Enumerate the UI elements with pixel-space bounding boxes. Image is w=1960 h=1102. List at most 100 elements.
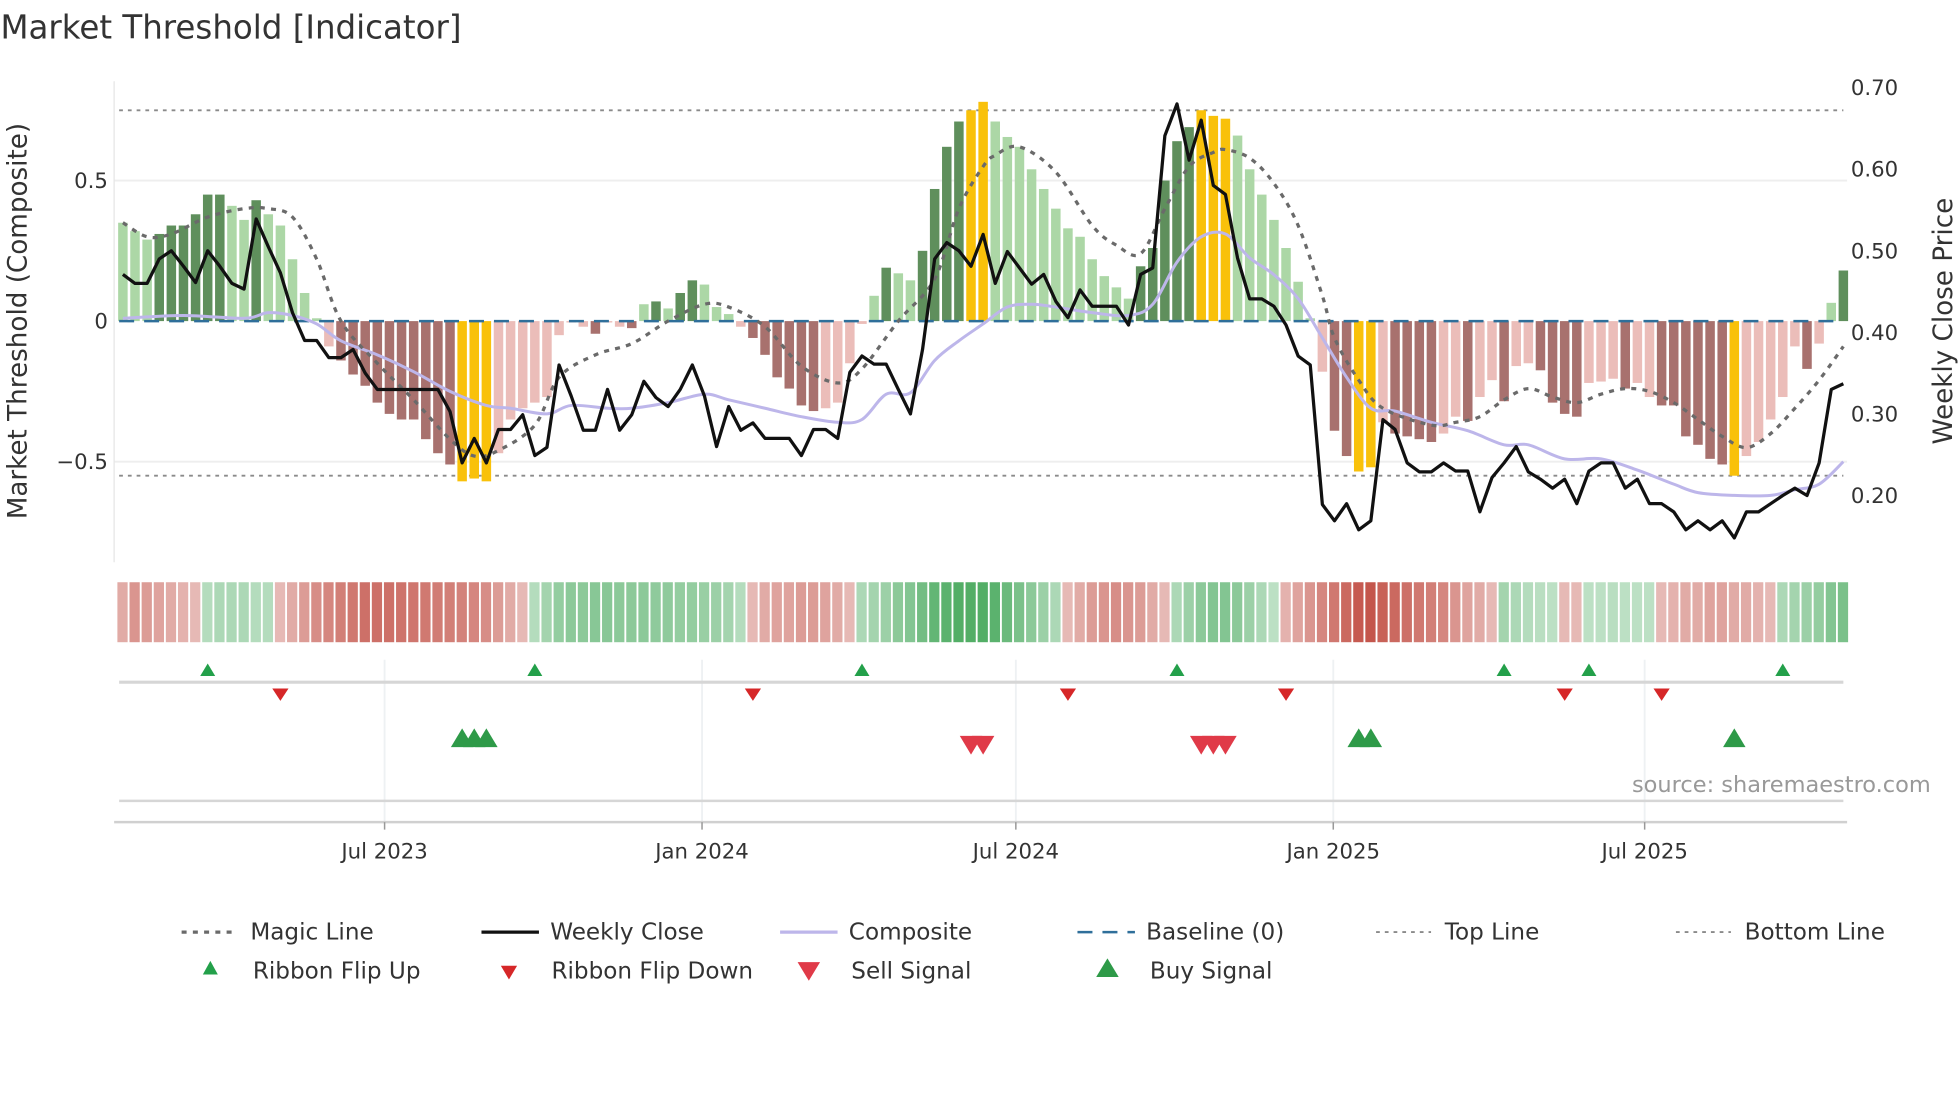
- composite-bar: [1778, 321, 1788, 398]
- ribbon-cell: [1510, 582, 1521, 643]
- ribbon-cell: [577, 582, 589, 643]
- x-tick-label: Jul 2024: [971, 839, 1059, 864]
- ribbon-flip-up-marker: [1775, 663, 1791, 676]
- composite-bar: [1390, 321, 1400, 434]
- composite-bar: [1681, 321, 1691, 437]
- ribbon-cell: [1268, 582, 1279, 643]
- ribbon-cell: [626, 582, 637, 643]
- ribbon-cell: [1280, 582, 1291, 643]
- composite-bar: [1741, 321, 1752, 457]
- ribbon-cell: [1292, 582, 1303, 643]
- ribbon-cell: [917, 582, 928, 643]
- ribbon-cell: [287, 582, 298, 643]
- ribbon-cell: [432, 582, 443, 643]
- ribbon-cell: [1377, 582, 1388, 643]
- ribbon-cell: [1013, 582, 1025, 643]
- right-axis-ticks: 0.70 0.60 0.50 0.40 0.30 0.20: [1851, 76, 1898, 509]
- ribbon-cell: [1595, 582, 1606, 643]
- source-label: source: sharemaestro.com: [1632, 772, 1931, 798]
- composite-bar: [1559, 321, 1570, 414]
- ribbon-cell: [359, 582, 370, 643]
- legend-item-flipup: Ribbon Flip Up: [202, 958, 421, 984]
- composite-bar: [820, 321, 831, 409]
- composite-bar: [1208, 115, 1219, 322]
- ribbon-cell: [165, 582, 177, 643]
- composite-bar: [1705, 321, 1715, 459]
- legend-label: Weekly Close: [550, 920, 704, 946]
- ribbon-cell: [674, 582, 685, 643]
- y2-tick-label: 0.60: [1851, 158, 1898, 183]
- composite-bar: [1487, 321, 1497, 381]
- composite-bar: [227, 205, 237, 322]
- ribbon-cell: [177, 582, 189, 643]
- ribbon-cell: [1232, 582, 1243, 643]
- composite-bar: [1790, 321, 1800, 347]
- ribbon-cell: [202, 582, 213, 643]
- ribbon-cell: [1050, 582, 1061, 643]
- ribbon-cell: [1365, 582, 1376, 643]
- ribbon-flip-up-marker: [854, 663, 870, 676]
- ribbon-cell: [1607, 582, 1618, 643]
- composite-bar: [1644, 321, 1655, 398]
- ribbon-cell: [396, 582, 407, 643]
- y-tick-label: 0.5: [74, 169, 108, 194]
- ribbon-cell: [1074, 582, 1085, 643]
- legend-buy-icon: [1096, 958, 1119, 978]
- ribbon-cell: [347, 582, 358, 643]
- legend-label: Top Line: [1444, 920, 1540, 946]
- composite-bar: [130, 231, 140, 322]
- composite-bar: [1329, 321, 1340, 431]
- ribbon-cell: [1765, 582, 1776, 643]
- x-tick-label: Jul 2025: [1599, 839, 1687, 864]
- composite-bar: [1475, 321, 1485, 398]
- composite-bar: [542, 321, 552, 398]
- ribbon-cell: [941, 582, 952, 643]
- ribbon-cell: [686, 582, 698, 643]
- ribbon-flip-down-marker: [1059, 688, 1077, 701]
- ribbon-cell: [1038, 582, 1049, 643]
- ribbon-cell: [420, 582, 431, 643]
- ribbon-cell: [723, 582, 734, 643]
- composite-bar: [118, 222, 128, 322]
- composite-bar: [917, 250, 928, 322]
- right-axis-label: Weekly Close Price: [1929, 198, 1959, 445]
- legend-label: Buy Signal: [1150, 958, 1273, 984]
- ribbon-flip-up-marker: [1496, 663, 1512, 676]
- ribbon-cell: [795, 582, 807, 643]
- ribbon-flip-down-marker: [1556, 688, 1573, 701]
- composite-bar: [881, 267, 891, 322]
- legend-item-close: Weekly Close: [481, 920, 704, 946]
- ribbon-cell: [1789, 582, 1800, 643]
- ribbon-cell: [468, 582, 480, 643]
- y-tick-label: −0.5: [56, 450, 108, 475]
- ribbon-cell: [1656, 582, 1667, 643]
- composite-bar: [978, 101, 988, 322]
- ribbon-cell: [456, 582, 467, 643]
- ribbon-cell: [1171, 582, 1182, 643]
- composite-bar: [517, 321, 528, 409]
- composite-bar: [1838, 270, 1849, 322]
- legend-label: Bottom Line: [1745, 920, 1885, 946]
- legend-label: Ribbon Flip Up: [253, 958, 421, 984]
- ribbon-cell: [553, 582, 564, 643]
- ribbon-cell: [117, 582, 128, 643]
- ribbon-cell: [1668, 582, 1679, 643]
- composite-bar: [1341, 321, 1352, 457]
- ribbon-cell: [965, 582, 976, 643]
- legend: Magic Line Weekly Close Composite Baseline …: [181, 920, 1885, 984]
- ribbon-cell: [953, 582, 964, 643]
- ribbon-cell: [589, 582, 601, 643]
- ribbon-cell: [408, 582, 419, 643]
- ribbon-cell: [1207, 582, 1219, 643]
- composite-bar: [711, 307, 722, 322]
- composite-bar: [808, 321, 819, 412]
- ribbon-cell: [323, 582, 334, 643]
- y2-tick-label: 0.30: [1851, 402, 1898, 427]
- ribbon-cell: [1316, 582, 1328, 643]
- ribbon-flip-up-marker: [1581, 663, 1597, 676]
- ribbon-cell: [1559, 582, 1570, 643]
- legend-label: Sell Signal: [851, 958, 971, 984]
- composite-bar: [1717, 321, 1727, 465]
- ribbon-cell: [698, 582, 710, 643]
- composite-bar: [1317, 321, 1328, 372]
